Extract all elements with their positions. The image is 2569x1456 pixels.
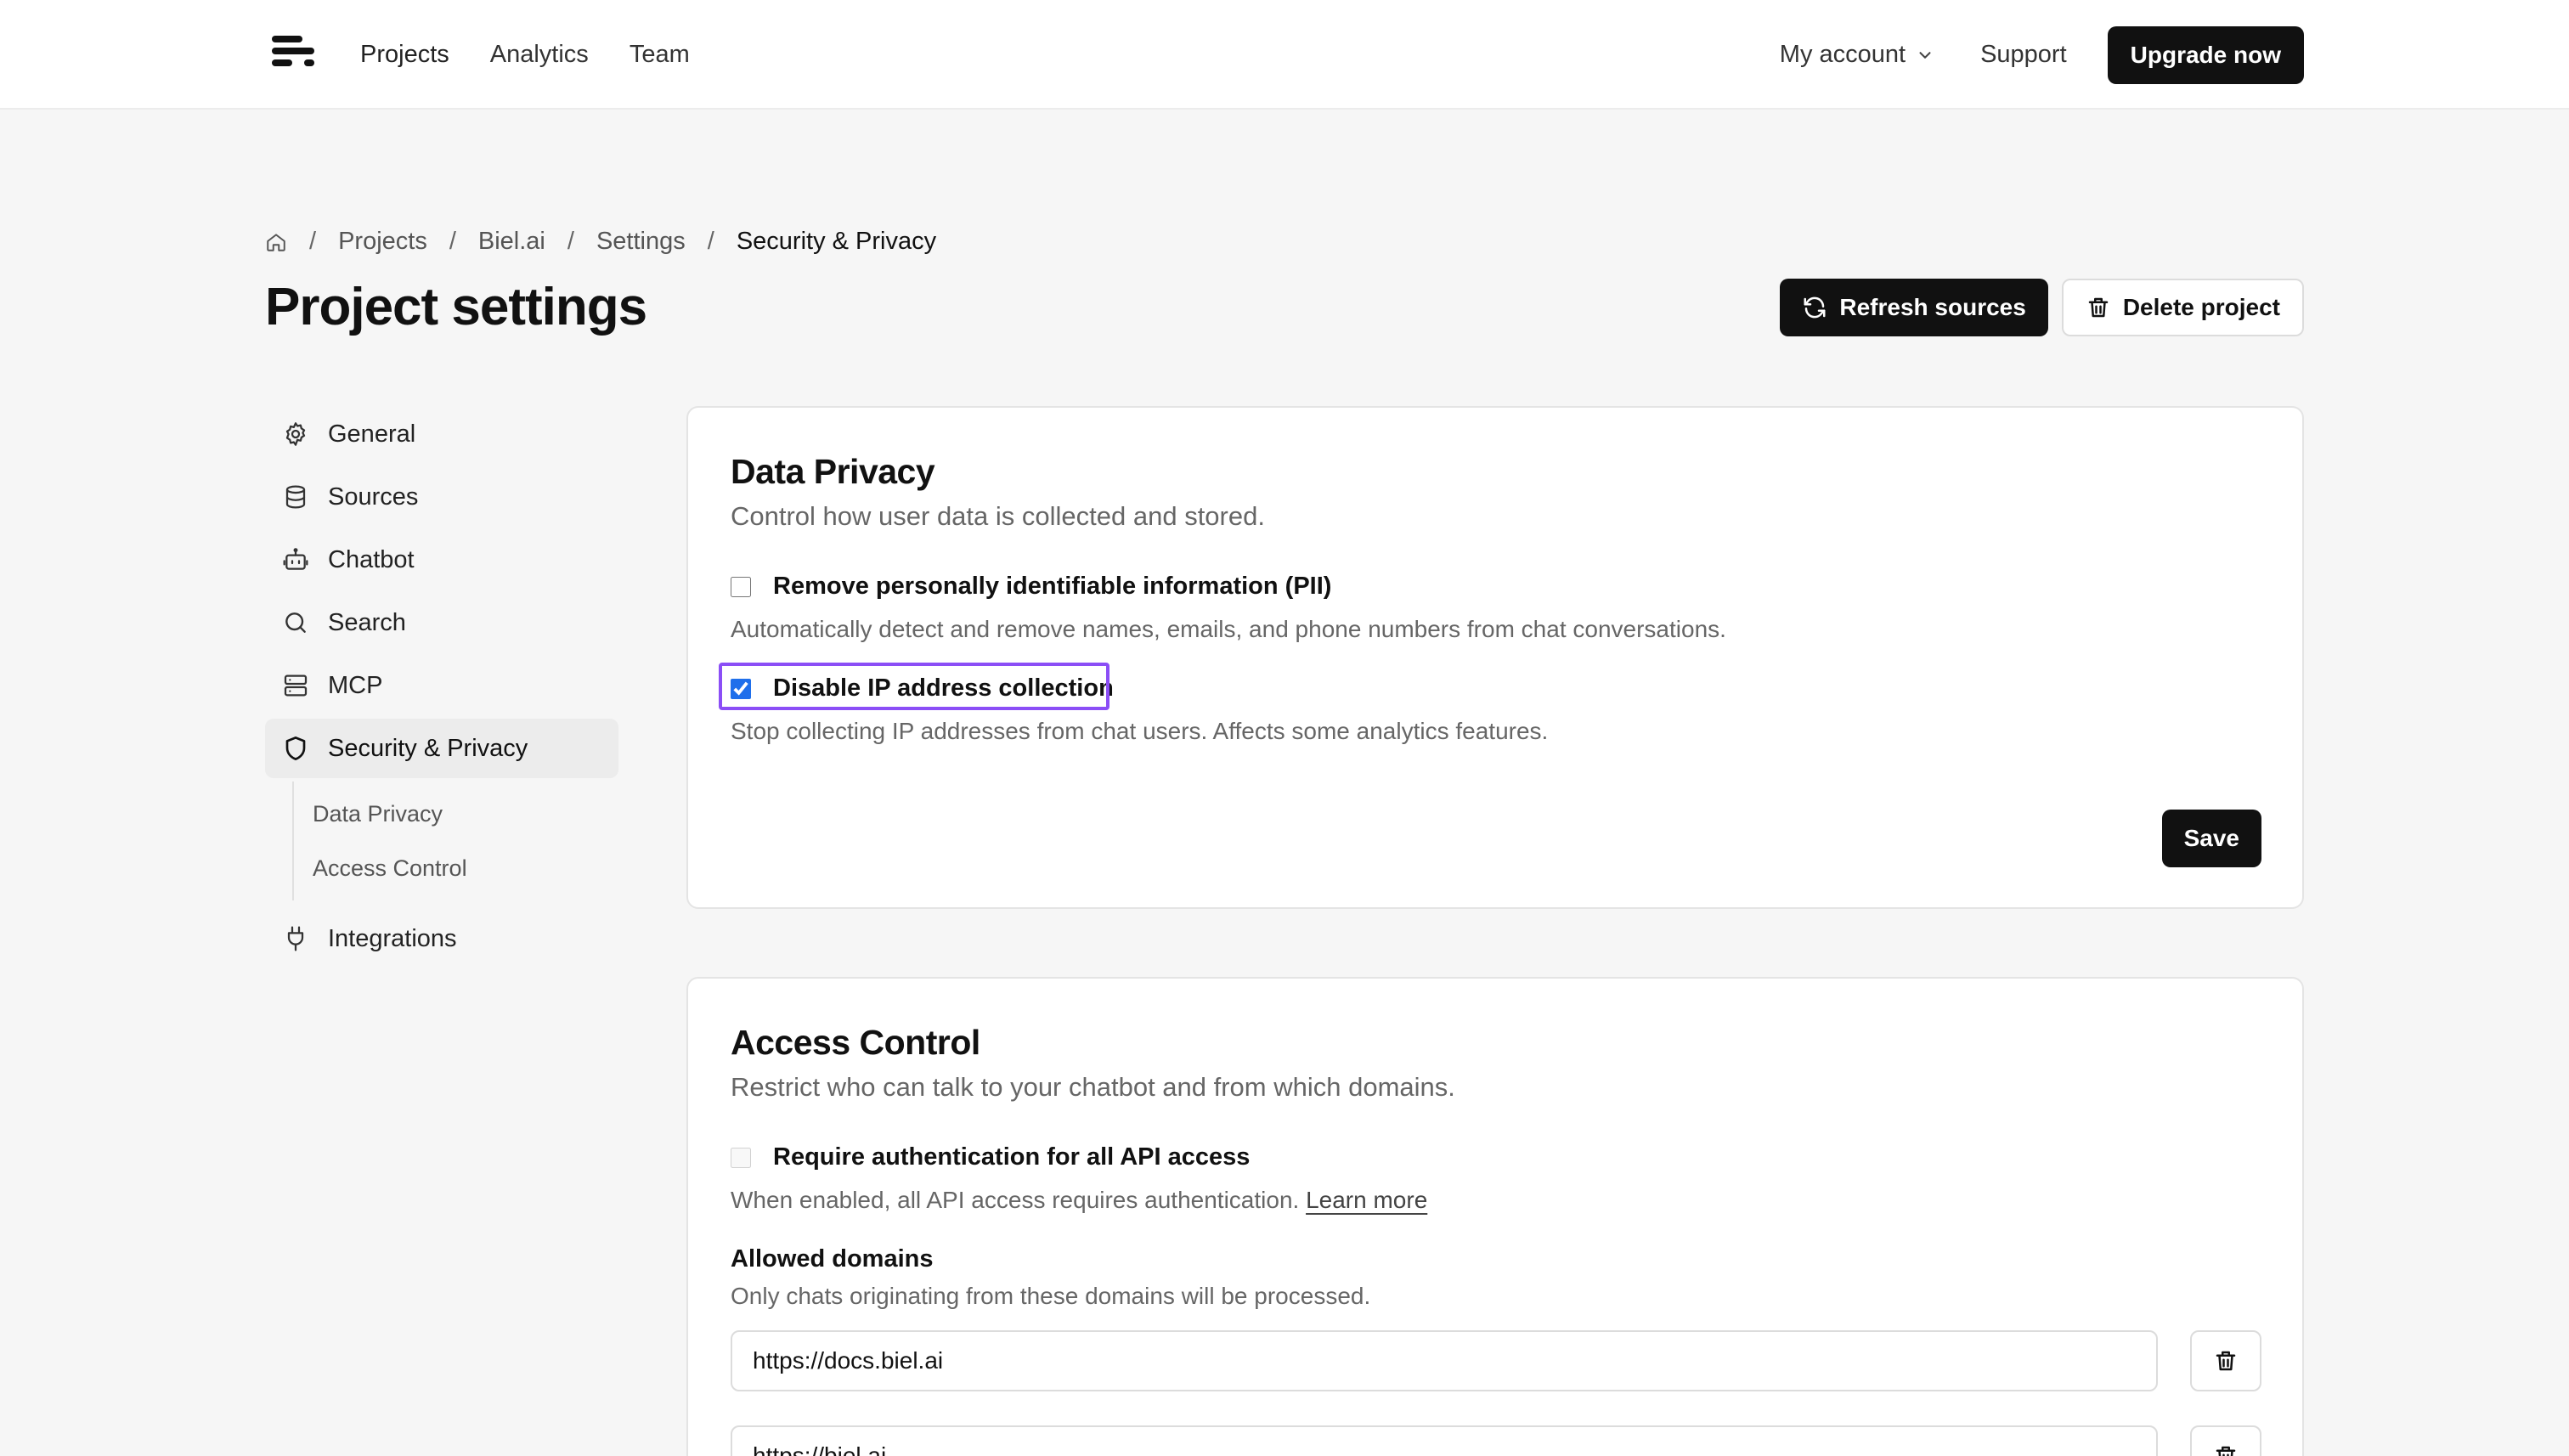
sidebar-subnav: Data Privacy Access Control [292,782,618,900]
sidebar-item-sources[interactable]: Sources [265,467,618,527]
access-control-description: Restrict who can talk to your chatbot an… [731,1072,1455,1102]
disable-ip-help: Stop collecting IP addresses from chat u… [731,718,1549,744]
top-navbar: Projects Analytics Team My account Suppo… [0,0,2569,110]
trash-icon [2088,297,2109,318]
breadcrumb-settings[interactable]: Settings [596,228,686,256]
search-icon [285,612,306,633]
chevron-down-icon [1919,51,1931,59]
data-privacy-card: Data Privacy Control how user data is co… [686,406,2304,909]
nav-analytics[interactable]: Analytics [490,41,589,69]
trash-icon [2216,1351,2236,1371]
sidebar-item-general[interactable]: General [265,404,618,464]
header-actions: Refresh sources Delete project [1780,279,2304,336]
sidebar-item-label: Integrations [328,924,457,952]
pii-help: Automatically detect and remove names, e… [731,616,1726,642]
breadcrumb-separator: / [449,228,456,255]
refresh-sources-label: Refresh sources [1839,294,2026,320]
breadcrumb-biel-ai[interactable]: Biel.ai [478,228,545,256]
delete-project-label: Delete project [2122,294,2280,320]
support-link[interactable]: Support [1980,41,2067,69]
require-auth-help-text: When enabled, all API access requires au… [731,1187,1300,1213]
sidebar-item-security-privacy[interactable]: Security & Privacy [265,719,618,778]
domain-input[interactable] [731,1425,2158,1456]
allowed-domains-description: Only chats originating from these domain… [731,1283,1371,1309]
breadcrumb-projects[interactable]: Projects [338,228,427,256]
sidebar-item-label: MCP [328,671,383,699]
breadcrumb: / Projects / Biel.ai / Settings / Securi… [265,228,936,256]
domain-input[interactable] [731,1330,2158,1391]
main-nav: Projects Analytics Team [360,0,690,110]
disable-ip-checkbox[interactable] [731,678,751,699]
data-privacy-title: Data Privacy [731,452,935,491]
require-auth-label[interactable]: Require authentication for all API acces… [773,1143,1250,1171]
my-account-menu[interactable]: My account [1780,41,1934,69]
sidebar-item-label: Search [328,608,406,636]
sidebar-item-label: Security & Privacy [328,734,528,762]
bot-icon [283,548,308,570]
shield-icon [285,736,306,760]
sidebar-item-chatbot[interactable]: Chatbot [265,530,618,590]
sidebar-item-search[interactable]: Search [265,593,618,652]
auth-option: Require authentication for all API acces… [731,1143,1427,1214]
gear-icon [285,422,306,446]
nav-team[interactable]: Team [630,41,690,69]
sidebar-item-label: Sources [328,483,419,511]
sidebar-subitem-access-control[interactable]: Access Control [294,841,618,895]
remove-domain-button[interactable] [2190,1425,2261,1456]
sidebar-subitem-data-privacy[interactable]: Data Privacy [294,787,618,841]
require-auth-help: When enabled, all API access requires au… [731,1187,1427,1214]
home-icon[interactable] [265,231,287,253]
nav-right: My account Support Upgrade now [1780,0,2304,110]
upgrade-now-button[interactable]: Upgrade now [2107,25,2304,84]
breadcrumb-current: Security & Privacy [736,228,937,255]
pii-option: Remove personally identifiable informati… [731,573,1726,643]
require-auth-checkbox[interactable] [731,1147,751,1168]
breadcrumb-separator: / [567,228,574,255]
remove-domain-button[interactable] [2190,1330,2261,1391]
nav-projects[interactable]: Projects [360,41,449,69]
page-title: Project settings [265,278,647,336]
settings-sidebar: General Sources Chatbot Search MCP Secur… [265,404,618,972]
pii-checkbox[interactable] [731,576,751,597]
logo-icon[interactable] [272,36,314,73]
refresh-sources-button[interactable]: Refresh sources [1780,279,2048,336]
sidebar-item-label: Chatbot [328,545,415,573]
database-icon [285,485,306,509]
save-button[interactable]: Save [2161,810,2261,867]
access-control-title: Access Control [731,1023,980,1062]
app-root: Projects Analytics Team My account Suppo… [0,0,2569,1456]
server-icon [284,674,308,697]
allowed-domains-title: Allowed domains [731,1245,934,1273]
sidebar-item-label: General [328,420,416,448]
disable-ip-label[interactable]: Disable IP address collection [773,674,1114,703]
sidebar-item-mcp[interactable]: MCP [265,656,618,715]
ip-option: Disable IP address collection Stop colle… [719,663,1549,745]
data-privacy-description: Control how user data is collected and s… [731,501,1265,531]
refresh-icon [1804,296,1826,319]
delete-project-button[interactable]: Delete project [2061,279,2304,336]
breadcrumb-separator: / [309,228,317,255]
pii-label[interactable]: Remove personally identifiable informati… [773,573,1331,601]
access-control-card: Access Control Restrict who can talk to … [686,977,2304,1456]
plug-icon [287,926,304,951]
trash-icon [2216,1446,2236,1456]
sidebar-item-integrations[interactable]: Integrations [265,909,618,968]
learn-more-link[interactable]: Learn more [1306,1187,1427,1213]
breadcrumb-separator: / [707,228,714,255]
my-account-label: My account [1779,41,1906,68]
